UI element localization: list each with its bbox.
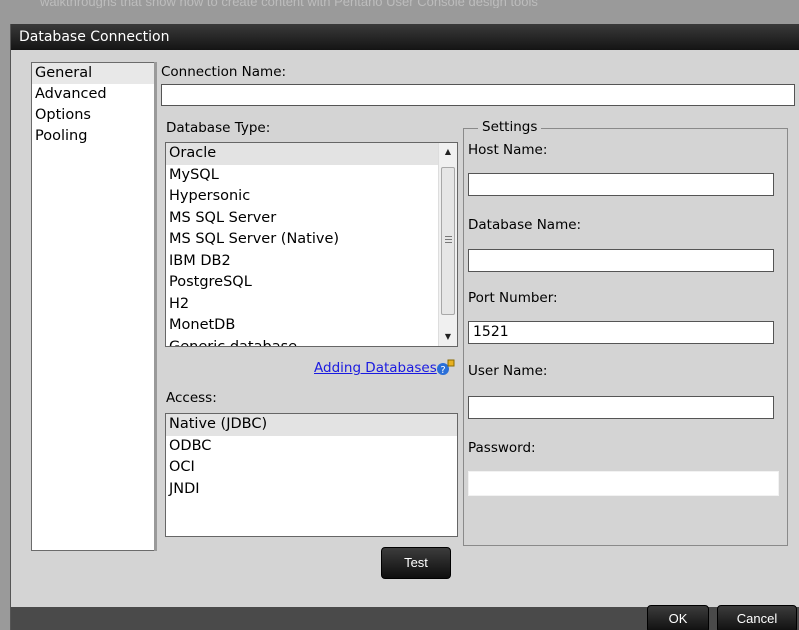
test-button[interactable]: Test <box>381 547 451 579</box>
db-type-monetdb[interactable]: MonetDB <box>166 315 457 337</box>
database-type-list[interactable]: Oracle MySQL Hypersonic MS SQL Server MS… <box>165 142 458 347</box>
database-connection-dialog: Database Connection General Advanced Opt… <box>10 24 799 630</box>
password-label: Password: <box>468 440 536 456</box>
access-odbc[interactable]: ODBC <box>166 436 457 458</box>
svg-text:?: ? <box>440 365 445 376</box>
user-name-label: User Name: <box>468 363 548 379</box>
cancel-button[interactable]: Cancel <box>717 605 797 630</box>
connection-name-label: Connection Name: <box>161 64 287 80</box>
dialog-title-bar[interactable]: Database Connection <box>11 24 799 50</box>
category-list: General Advanced Options Pooling <box>31 62 159 551</box>
nav-item-advanced[interactable]: Advanced <box>32 84 158 105</box>
access-list[interactable]: Native (JDBC) ODBC OCI JNDI <box>165 413 458 537</box>
database-name-label: Database Name: <box>468 217 582 233</box>
connection-name-input[interactable] <box>161 84 795 106</box>
access-jndi[interactable]: JNDI <box>166 479 457 501</box>
adding-databases-link[interactable]: Adding Databases <box>314 360 437 376</box>
port-number-label: Port Number: <box>468 290 558 306</box>
access-label: Access: <box>166 390 217 406</box>
nav-item-options[interactable]: Options <box>32 105 158 126</box>
db-type-oracle[interactable]: Oracle <box>166 143 457 165</box>
access-oci[interactable]: OCI <box>166 457 457 479</box>
scroll-down-arrow-icon[interactable]: ▼ <box>439 328 457 346</box>
host-name-label: Host Name: <box>468 142 548 158</box>
db-type-ms-sql-server[interactable]: MS SQL Server <box>166 208 457 230</box>
scroll-thumb[interactable] <box>441 167 455 315</box>
db-type-ibm-db2[interactable]: IBM DB2 <box>166 251 457 273</box>
ok-button[interactable]: OK <box>647 605 709 630</box>
db-type-postgresql[interactable]: PostgreSQL <box>166 272 457 294</box>
db-type-h2[interactable]: H2 <box>166 294 457 316</box>
grip-icon <box>445 236 452 243</box>
nav-item-pooling[interactable]: Pooling <box>32 126 158 147</box>
db-type-hypersonic[interactable]: Hypersonic <box>166 186 457 208</box>
db-type-ms-sql-server-native[interactable]: MS SQL Server (Native) <box>166 229 457 251</box>
database-type-label: Database Type: <box>166 120 271 136</box>
settings-legend: Settings <box>478 119 542 135</box>
password-input[interactable] <box>468 471 779 496</box>
database-type-scrollbar[interactable]: ▲ ▼ <box>438 143 457 346</box>
background-page-text: walkthroughs that show how to create con… <box>40 0 538 8</box>
dialog-title: Database Connection <box>19 29 170 45</box>
access-native-jdbc[interactable]: Native (JDBC) <box>166 414 457 436</box>
general-settings-panel: Connection Name: Database Type: Oracle M… <box>154 62 798 551</box>
scroll-up-arrow-icon[interactable]: ▲ <box>439 143 457 161</box>
host-name-input[interactable] <box>468 173 774 196</box>
nav-item-general[interactable]: General <box>32 63 158 84</box>
db-type-mysql[interactable]: MySQL <box>166 165 457 187</box>
help-link-icon[interactable]: ? <box>436 358 456 378</box>
database-name-input[interactable] <box>468 249 774 272</box>
db-type-generic[interactable]: Generic database <box>166 337 457 347</box>
user-name-input[interactable] <box>468 396 774 419</box>
port-number-input[interactable]: 1521 <box>468 321 774 344</box>
